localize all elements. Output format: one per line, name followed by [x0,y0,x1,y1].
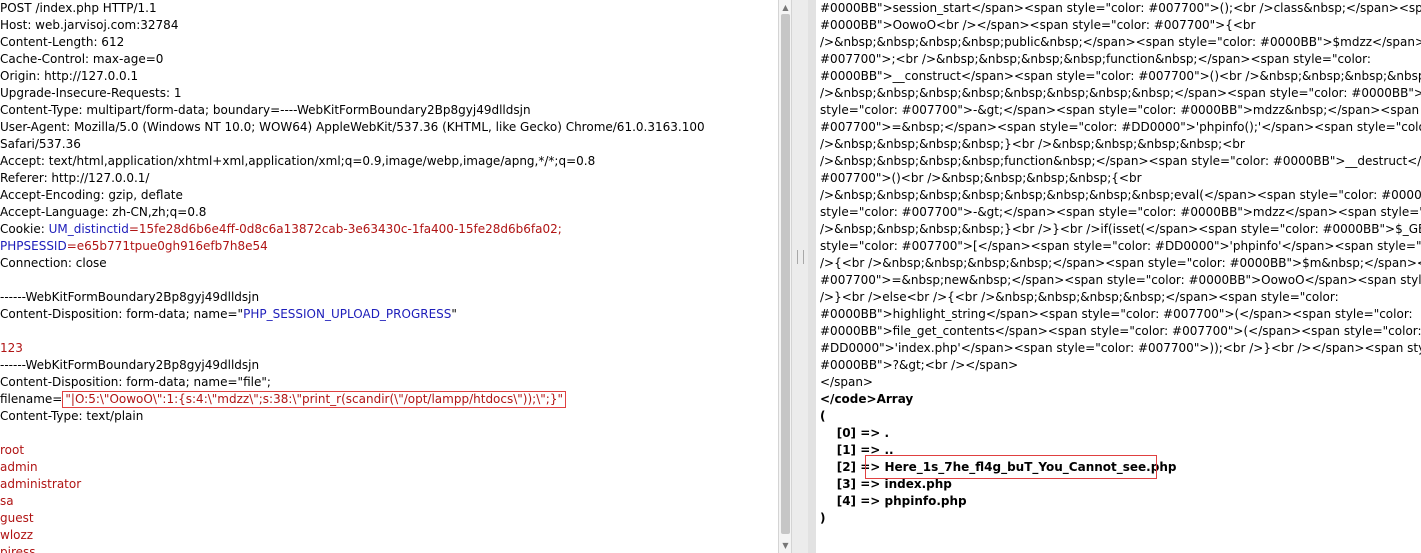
boundary-1: ------WebKitFormBoundary2Bp8gyj49dlldsjn [0,290,260,304]
header-accept: Accept: text/html,application/xhtml+xml,… [0,154,596,168]
response-line: #0000BB">__construct</span><span style="… [820,69,1421,83]
header-user-agent-cont: Safari/537.36 [0,137,81,151]
wordlist-item: sa [0,494,14,508]
response-line: #0000BB">session_start</span><span style… [820,1,1421,15]
response-line: style="color: #007700">-&gt;</span><span… [820,205,1421,219]
disposition-suffix: " [451,307,457,321]
filename-label: filename= [0,392,63,406]
filename-line: filename= "|O:5:\"OowoO\":1:{s:4:\"mdzz\"… [0,391,778,408]
filename-payload-highlight: "|O:5:\"OowoO\":1:{s:4:\"mdzz\";s:38:\"p… [62,391,566,408]
part-content-type: Content-Type: text/plain [0,409,144,423]
response-line: </span> [820,375,873,389]
response-line: style="color: #007700">-&gt;</span><span… [820,103,1421,117]
boundary-2: ------WebKitFormBoundary2Bp8gyj49dlldsjn [0,358,260,372]
response-line: />&nbsp;&nbsp;&nbsp;&nbsp;}<br />}<br />… [820,222,1421,236]
cookie-key-phpsessid: PHPSESSID [0,239,67,253]
response-line: #0000BB">highlight_string</span><span st… [820,307,1413,321]
header-connection: Connection: close [0,256,107,270]
header-cookie-cont: PHPSESSID=e65b771tpue0gh916efb7h8e54 [0,238,778,255]
response-line: />&nbsp;&nbsp;&nbsp;&nbsp;function&nbsp;… [820,154,1421,168]
request-line: POST /index.php HTTP/1.1 [0,1,157,15]
wordlist-item: wlozz [0,528,34,542]
scrollbar-thumb[interactable] [781,14,790,534]
pane-splitter[interactable] [792,0,808,553]
response-line: #0000BB">?&gt;<br /></span> [820,358,1019,372]
wordlist-item: piress [0,545,36,553]
response-line: #007700">()<br />&nbsp;&nbsp;&nbsp;&nbsp… [820,171,1142,185]
disposition-prefix: Content-Disposition: form-data; name=" [0,307,244,321]
header-accept-language: Accept-Language: zh-CN,zh;q=0.8 [0,205,207,219]
response-line: #0000BB">file_get_contents</span><span s… [820,324,1421,338]
header-host: Host: web.jarvisoj.com:32784 [0,18,179,32]
response-line: #007700">=&nbsp;</span><span style="colo… [820,120,1421,134]
array-entry: [4] => phpinfo.php [820,494,967,508]
wordlist-item: guest [0,511,34,525]
header-content-length: Content-Length: 612 [0,35,125,49]
header-origin: Origin: http://127.0.0.1 [0,69,139,83]
response-line: />&nbsp;&nbsp;&nbsp;&nbsp;public&nbsp;</… [820,35,1421,49]
flag-file-highlight [865,455,1157,479]
array-open: ( [820,409,826,423]
disposition-file: Content-Disposition: form-data; name="fi… [0,375,271,389]
cookie-key-um: UM_distinctid [48,222,129,236]
header-referer: Referer: http://127.0.0.1/ [0,171,150,185]
response-line: style="color: #007700">[</span><span sty… [820,239,1421,253]
cookie-value-phpsessid: =e65b771tpue0gh916efb7h8e54 [66,239,268,253]
response-scroll-track[interactable] [808,0,816,553]
array-close: ) [820,511,826,525]
wordlist-item: root [0,443,25,457]
wordlist-item: admin [0,460,38,474]
header-upgrade-insecure: Upgrade-Insecure-Requests: 1 [0,86,182,100]
response-line: #007700">=&nbsp;new&nbsp;</span><span st… [820,273,1421,287]
request-editor[interactable]: POST /index.php HTTP/1.1 Host: web.jarvi… [0,0,778,553]
response-line: />}<br />else<br />{<br />&nbsp;&nbsp;&n… [820,290,1339,304]
wordlist-item: administrator [0,477,82,491]
header-cookie: Cookie: UM_distinctid=15fe28d6b6e4ff-0d8… [0,221,778,238]
header-cache-control: Cache-Control: max-age=0 [0,52,164,66]
response-line: #007700">;<br />&nbsp;&nbsp;&nbsp;&nbsp;… [820,52,1371,66]
response-line: #0000BB">OowoO<br /></span><span style="… [820,18,1256,32]
response-line: />&nbsp;&nbsp;&nbsp;&nbsp;}<br />&nbsp;&… [820,137,1245,151]
disposition-upload-progress: Content-Disposition: form-data; name="PH… [0,306,778,323]
array-entry: [0] => . [820,426,890,440]
cookie-label: Cookie: [0,222,49,236]
response-line: #DD0000">'index.php'</span><span style="… [820,341,1421,355]
disposition-name: PHP_SESSION_UPLOAD_PROGRESS [243,307,452,321]
response-viewer[interactable]: #0000BB">session_start</span><span style… [820,0,1421,553]
scroll-up-arrow-icon[interactable]: ▲ [781,3,790,12]
field-value-123: 123 [0,341,23,355]
splitter-grip-icon[interactable] [797,250,804,264]
response-line: />&nbsp;&nbsp;&nbsp;&nbsp;&nbsp;&nbsp;&n… [820,188,1421,202]
cookie-value-um: =15fe28d6b6e4ff-0d8c6a13872cab-3e63430c-… [128,222,562,236]
response-line: />{<br />&nbsp;&nbsp;&nbsp;&nbsp;</span>… [820,256,1421,270]
header-accept-encoding: Accept-Encoding: gzip, deflate [0,188,183,202]
request-scrollbar[interactable]: ▲ ▼ [778,0,792,553]
header-user-agent: User-Agent: Mozilla/5.0 (Windows NT 10.0… [0,120,705,134]
scroll-down-arrow-icon[interactable]: ▼ [781,541,790,550]
response-line: </code>Array [820,392,914,406]
response-line: />&nbsp;&nbsp;&nbsp;&nbsp;&nbsp;&nbsp;&n… [820,86,1421,100]
header-content-type: Content-Type: multipart/form-data; bound… [0,103,531,117]
